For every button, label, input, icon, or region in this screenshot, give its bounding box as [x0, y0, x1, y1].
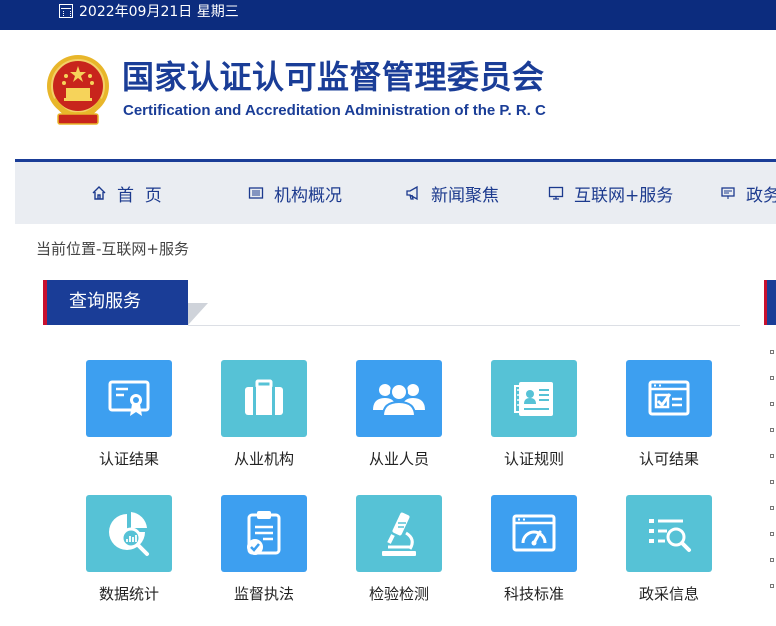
bullet-icon: [770, 402, 774, 406]
service-tile[interactable]: [626, 495, 712, 572]
calendar-icon: [59, 4, 73, 18]
service-tile[interactable]: [491, 495, 577, 572]
breadcrumb: 当前位置-互联网+服务: [36, 240, 189, 258]
nav-item-label: 政务: [746, 185, 776, 206]
service-tile[interactable]: [86, 495, 172, 572]
service-procurement-info[interactable]: 政采信息: [624, 495, 714, 603]
service-inspection-testing[interactable]: 检验检测: [354, 495, 444, 603]
service-label: 监督执法: [233, 585, 294, 603]
service-accreditation-results[interactable]: 认可结果: [624, 360, 714, 468]
certificate-icon: [108, 380, 150, 416]
service-institutions[interactable]: 从业机构: [219, 360, 309, 468]
service-tech-standards[interactable]: 科技标准: [489, 495, 579, 603]
bullet-icon: [770, 376, 774, 380]
service-label: 政采信息: [638, 585, 699, 603]
service-certification-results[interactable]: 认证结果: [84, 360, 174, 468]
section-accent-bar: [43, 280, 47, 325]
service-label: 从业人员: [368, 450, 429, 468]
service-personnel[interactable]: 从业人员: [354, 360, 444, 468]
national-emblem-logo[interactable]: [44, 52, 112, 128]
service-tile[interactable]: [86, 360, 172, 437]
service-tile[interactable]: [626, 360, 712, 437]
service-tile[interactable]: [221, 360, 307, 437]
microscope-icon: [382, 512, 416, 556]
service-tile[interactable]: [221, 495, 307, 572]
bullet-icon: [770, 506, 774, 510]
bullet-icon: [770, 558, 774, 562]
bullet-icon: [770, 350, 774, 354]
people-icon: [373, 382, 425, 417]
service-label: 从业机构: [233, 450, 294, 468]
section-title: 查询服务: [69, 291, 141, 312]
home-icon: [91, 185, 107, 201]
service-label: 认可结果: [638, 450, 699, 468]
nav-item-label: 机构概况: [274, 185, 342, 206]
section-header-decoration: [188, 303, 208, 325]
bullet-icon: [770, 584, 774, 588]
site-subtitle: Certification and Accreditation Administ…: [123, 102, 546, 119]
nav-item-about[interactable]: 机构概况: [248, 162, 342, 224]
service-label: 数据统计: [98, 585, 159, 603]
top-date-bar: 2022年09月21日 星期三: [0, 0, 776, 30]
id-card-icon: [514, 381, 553, 416]
right-section-header: [764, 280, 776, 325]
nav-item-internet-service[interactable]: 互联网+服务: [548, 162, 673, 224]
bullet-icon: [770, 532, 774, 536]
nav-item-government[interactable]: 政务: [720, 162, 776, 224]
bullet-icon: [770, 454, 774, 458]
nav-item-label: 新闻聚焦: [431, 185, 499, 206]
clipboard-check-icon: [247, 510, 281, 555]
service-supervision-enforcement[interactable]: 监督执法: [219, 495, 309, 603]
service-label: 科技标准: [503, 585, 564, 603]
document-icon: [720, 185, 736, 201]
section-header: 查询服务: [43, 280, 188, 325]
service-tile[interactable]: [356, 495, 442, 572]
monitor-icon: [548, 185, 564, 201]
service-certification-rules[interactable]: 认证规则: [489, 360, 579, 468]
service-label: 认证结果: [98, 450, 159, 468]
service-label: 认证规则: [503, 450, 564, 468]
megaphone-icon: [405, 185, 421, 201]
nav-item-home[interactable]: 首 页: [91, 162, 162, 224]
section-divider: [188, 325, 740, 326]
service-tile[interactable]: [491, 360, 577, 437]
bullet-icon: [770, 480, 774, 484]
service-tile[interactable]: [356, 360, 442, 437]
nav-item-news[interactable]: 新闻聚焦: [405, 162, 499, 224]
check-list-icon: [648, 380, 690, 415]
service-label: 检验检测: [368, 585, 429, 603]
nav-item-label: 首 页: [117, 185, 162, 206]
right-list-bullets: [770, 350, 776, 610]
site-title: 国家认证认可监督管理委员会: [122, 58, 545, 96]
bullet-icon: [770, 428, 774, 432]
list-icon: [248, 185, 264, 201]
list-search-icon: [649, 518, 691, 552]
gauge-window-icon: [512, 514, 556, 551]
current-date: 2022年09月21日 星期三: [79, 4, 239, 20]
nav-item-label: 互联网+服务: [574, 185, 674, 206]
service-data-statistics[interactable]: 数据统计: [84, 495, 174, 603]
chart-search-icon: [109, 511, 149, 556]
briefcase-icon: [245, 379, 283, 415]
right-accent-bar: [764, 280, 767, 325]
main-nav: 首 页 机构概况 新闻聚焦 互联网+服务 政务: [15, 162, 776, 224]
